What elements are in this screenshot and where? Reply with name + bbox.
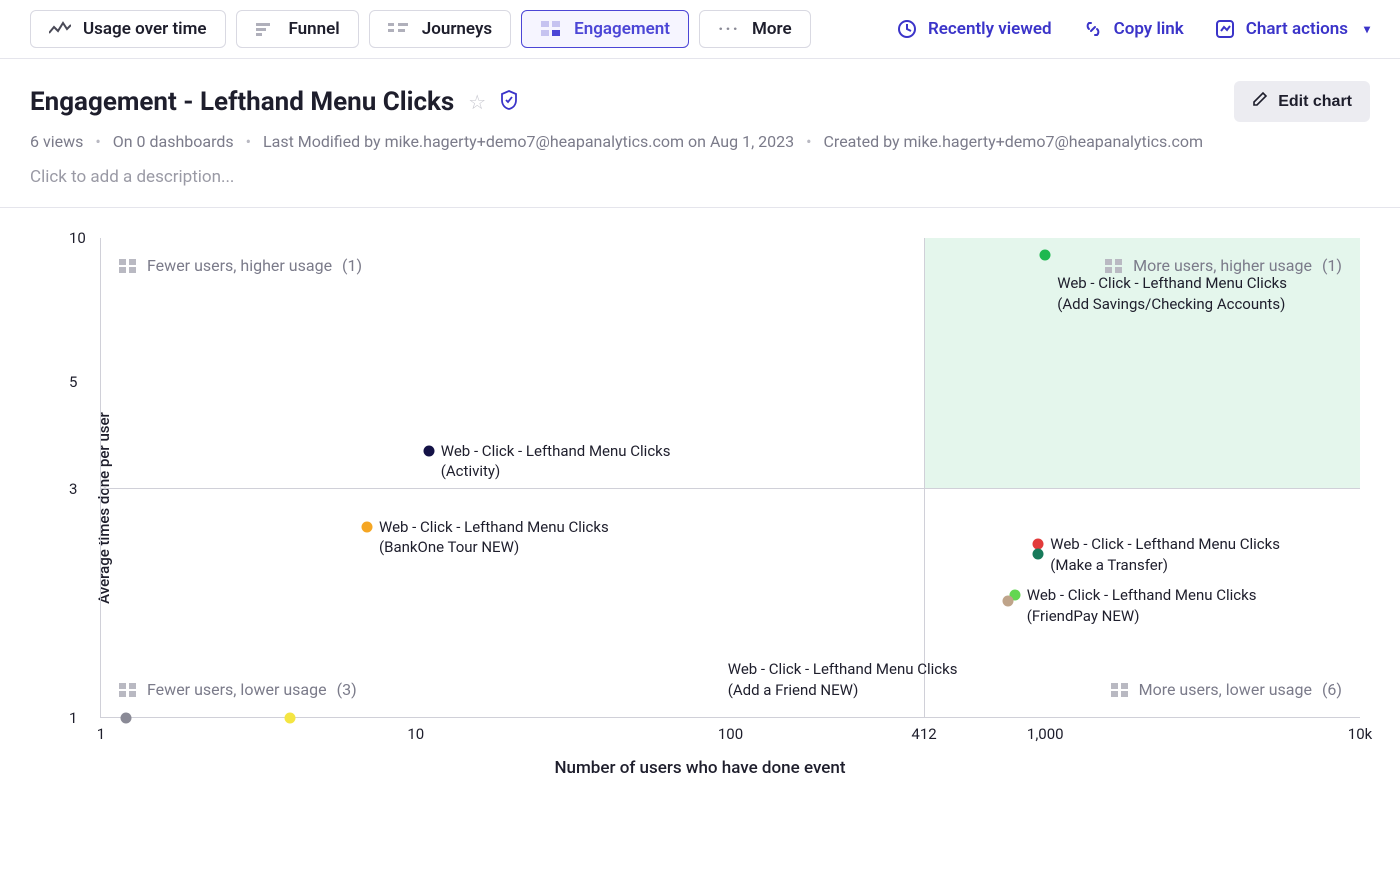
shield-icon[interactable] xyxy=(500,90,518,114)
quadrant-label-tr: More users, higher usage (1) xyxy=(1105,256,1342,275)
data-point[interactable] xyxy=(1040,250,1051,261)
data-point[interactable] xyxy=(285,713,296,724)
chart-actions-icon xyxy=(1214,19,1236,39)
engagement-icon xyxy=(540,20,562,38)
toolbar: Usage over time Funnel Journeys Engageme… xyxy=(0,0,1400,59)
y-tick: 1 xyxy=(69,709,77,727)
x-tick: 100 xyxy=(718,725,743,743)
y-tick: 3 xyxy=(69,480,77,498)
tab-usage-over-time[interactable]: Usage over time xyxy=(30,10,226,48)
x-tick: 10 xyxy=(407,725,424,743)
line-chart-icon xyxy=(49,20,71,38)
quadrant-label-tl: Fewer users, higher usage (1) xyxy=(119,256,362,275)
y-tick: 5 xyxy=(69,373,77,391)
more-icon: ··· xyxy=(718,20,740,38)
x-tick: 412 xyxy=(911,725,936,743)
data-point-label: Web - Click - Lefthand Menu Clicks(Frien… xyxy=(1027,585,1257,626)
chart-actions-dropdown[interactable]: Chart actions ▾ xyxy=(1214,19,1370,39)
tab-label: Engagement xyxy=(574,19,670,39)
grid-icon xyxy=(119,259,137,273)
created-by: Created by mike.hagerty+demo7@heapanalyt… xyxy=(824,132,1204,151)
grid-icon xyxy=(119,683,137,697)
plot-area[interactable]: 135101101004121,00010kFewer users, highe… xyxy=(100,238,1360,718)
edit-chart-button[interactable]: Edit chart xyxy=(1234,81,1370,122)
chart-header: Engagement - Lefthand Menu Clicks ☆ Edit… xyxy=(0,59,1400,208)
tab-more[interactable]: ··· More xyxy=(699,10,811,48)
funnel-icon xyxy=(255,20,277,38)
link-label: Copy link xyxy=(1114,19,1184,39)
grid-icon xyxy=(1105,259,1123,273)
data-point-label: Web - Click - Lefthand Menu Clicks(Make … xyxy=(1050,534,1280,575)
description-input[interactable]: Click to add a description... xyxy=(30,167,1370,187)
tab-label: Journeys xyxy=(422,19,492,39)
link-icon xyxy=(1082,19,1104,39)
toolbar-actions: Recently viewed Copy link Chart actions … xyxy=(896,19,1370,39)
x-tick: 10k xyxy=(1348,725,1372,743)
clock-icon xyxy=(896,19,918,39)
favorite-star-icon[interactable]: ☆ xyxy=(468,90,486,114)
copy-link[interactable]: Copy link xyxy=(1082,19,1184,39)
dashboards-count: On 0 dashboards xyxy=(113,132,234,151)
data-point[interactable] xyxy=(361,521,372,532)
data-point[interactable] xyxy=(1002,596,1013,607)
data-point-label: Web - Click - Lefthand Menu Clicks(Add S… xyxy=(1057,273,1287,314)
chart-type-tabs: Usage over time Funnel Journeys Engageme… xyxy=(30,10,811,48)
data-point[interactable] xyxy=(1033,548,1044,559)
journeys-icon xyxy=(388,20,410,38)
link-label: Chart actions xyxy=(1246,19,1348,39)
views-count: 6 views xyxy=(30,132,83,151)
engagement-chart: Average times done per user 135101101004… xyxy=(0,208,1400,808)
chart-meta: 6 views • On 0 dashboards • Last Modifie… xyxy=(30,132,1370,151)
x-axis-label: Number of users who have done event xyxy=(40,758,1360,778)
tab-label: Usage over time xyxy=(83,19,207,39)
data-point[interactable] xyxy=(423,445,434,456)
button-label: Edit chart xyxy=(1278,93,1352,111)
y-tick: 10 xyxy=(69,229,86,247)
tab-label: More xyxy=(752,19,792,39)
tab-engagement[interactable]: Engagement xyxy=(521,10,689,48)
chevron-down-icon: ▾ xyxy=(1364,22,1370,36)
pencil-icon xyxy=(1252,91,1268,112)
data-point-label: Web - Click - Lefthand Menu Clicks(Activ… xyxy=(441,441,671,482)
link-label: Recently viewed xyxy=(928,19,1052,39)
recently-viewed-link[interactable]: Recently viewed xyxy=(896,19,1052,39)
tab-journeys[interactable]: Journeys xyxy=(369,10,511,48)
data-point-label: Web - Click - Lefthand Menu Clicks(BankO… xyxy=(379,517,609,558)
quadrant-label-bl: Fewer users, lower usage (3) xyxy=(119,680,357,699)
quadrant-label-br: More users, lower usage (6) xyxy=(1111,680,1342,699)
last-modified: Last Modified by mike.hagerty+demo7@heap… xyxy=(263,132,794,151)
tab-funnel[interactable]: Funnel xyxy=(236,10,359,48)
data-point-label: Web - Click - Lefthand Menu Clicks(Add a… xyxy=(728,659,958,700)
grid-icon xyxy=(1111,683,1129,697)
x-tick: 1 xyxy=(97,725,105,743)
tab-label: Funnel xyxy=(289,19,340,39)
x-tick: 1,000 xyxy=(1027,725,1064,743)
data-point[interactable] xyxy=(120,713,131,724)
page-title: Engagement - Lefthand Menu Clicks xyxy=(30,87,454,117)
